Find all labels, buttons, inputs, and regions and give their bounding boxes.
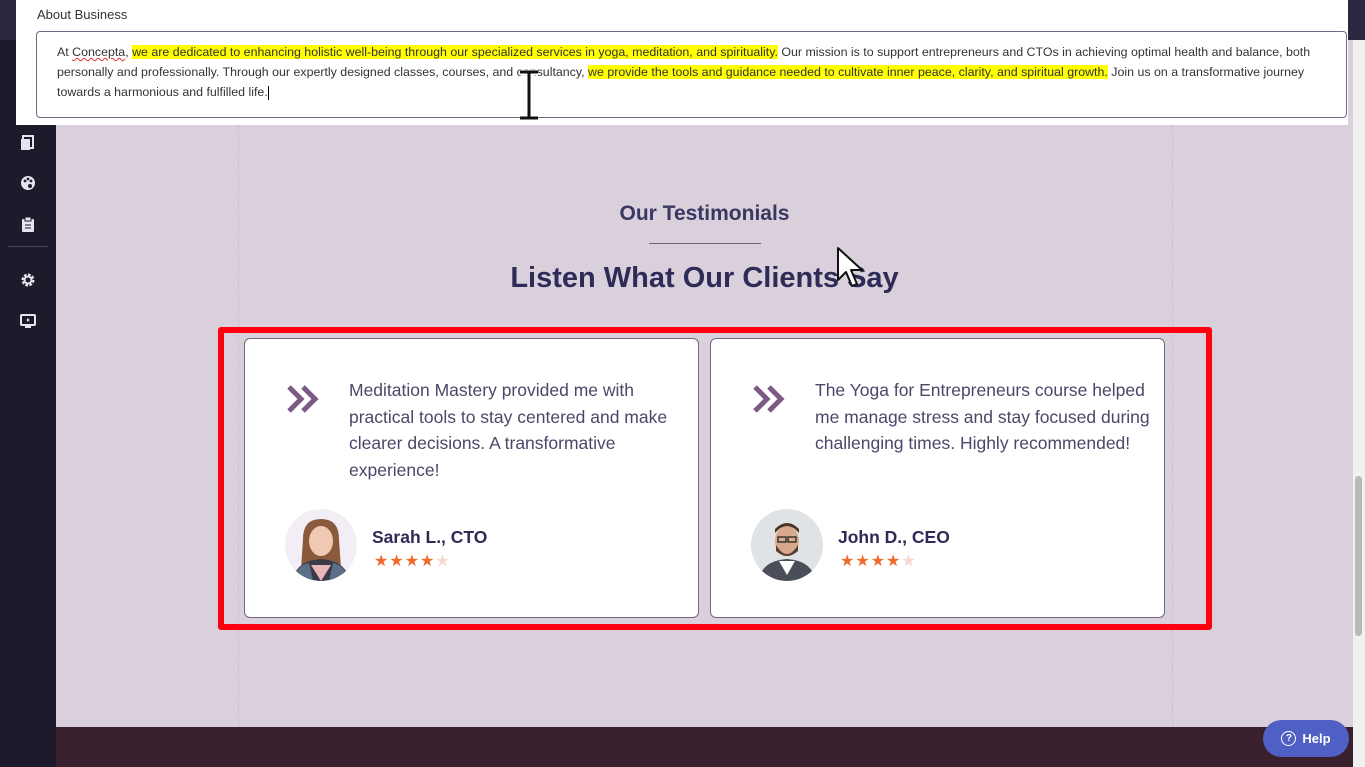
testimonial-author: Sarah L., CTO: [372, 527, 488, 547]
mouse-pointer-icon: [837, 247, 863, 287]
star-icon: ★: [404, 553, 421, 570]
page-scrollbar[interactable]: [1353, 40, 1365, 767]
star-rating: ★★★★★: [840, 551, 917, 571]
text-caret: [267, 85, 269, 100]
star-icon: ★: [389, 553, 405, 570]
quote-chevrons-icon: [753, 385, 785, 413]
pages-icon[interactable]: [19, 134, 37, 152]
star-icon: ★: [901, 553, 917, 570]
star-icon: ★: [420, 553, 436, 570]
star-icon: ★: [435, 553, 451, 570]
footer-section: [56, 727, 1353, 767]
star-icon: ★: [840, 553, 856, 570]
section-tagline: Our Testimonials: [619, 202, 790, 225]
testimonial-quote: Meditation Mastery provided me with prac…: [349, 380, 668, 480]
question-icon: ?: [1281, 731, 1297, 746]
testimonial-card[interactable]: The Yoga for Entrepreneurs course helped…: [710, 338, 1165, 618]
about-business-panel: About Business At Concepta, we are dedic…: [16, 0, 1348, 125]
testimonial-author: John D., CEO: [838, 527, 950, 547]
clipboard-icon[interactable]: [19, 215, 37, 233]
scrollbar-thumb[interactable]: [1355, 476, 1362, 636]
star-rating: ★★★★★: [374, 551, 451, 571]
settings-icon[interactable]: [19, 271, 37, 289]
field-label: About Business: [37, 7, 128, 22]
highlighted-text: we are dedicated to enhancing holistic w…: [132, 45, 778, 59]
star-icon: ★: [855, 553, 871, 570]
star-icon: ★: [374, 553, 390, 570]
text-cursor-icon: [520, 70, 538, 120]
help-button[interactable]: ? Help: [1263, 720, 1349, 757]
avatar: [285, 509, 357, 581]
avatar: [751, 509, 823, 581]
palette-icon[interactable]: [19, 174, 37, 192]
highlighted-text: we provide the tools and guidance needed…: [588, 65, 1108, 79]
section-heading: Listen What Our Clients Say: [510, 262, 899, 294]
star-icon: ★: [886, 553, 902, 570]
sidebar-divider: [8, 246, 48, 247]
tagline-underline: [649, 243, 761, 244]
preview-icon[interactable]: [19, 312, 37, 330]
quote-chevrons-icon: [287, 385, 319, 413]
star-icon: ★: [870, 553, 887, 570]
testimonial-quote: The Yoga for Entrepreneurs course helped…: [815, 380, 1150, 453]
misspelled-word: Concepta: [72, 45, 126, 59]
testimonial-card[interactable]: Meditation Mastery provided me with prac…: [244, 338, 699, 618]
text-segment: At: [57, 45, 73, 59]
help-button-label: Help: [1302, 731, 1331, 746]
about-business-textarea[interactable]: At Concepta, we are dedicated to enhanci…: [36, 31, 1347, 118]
